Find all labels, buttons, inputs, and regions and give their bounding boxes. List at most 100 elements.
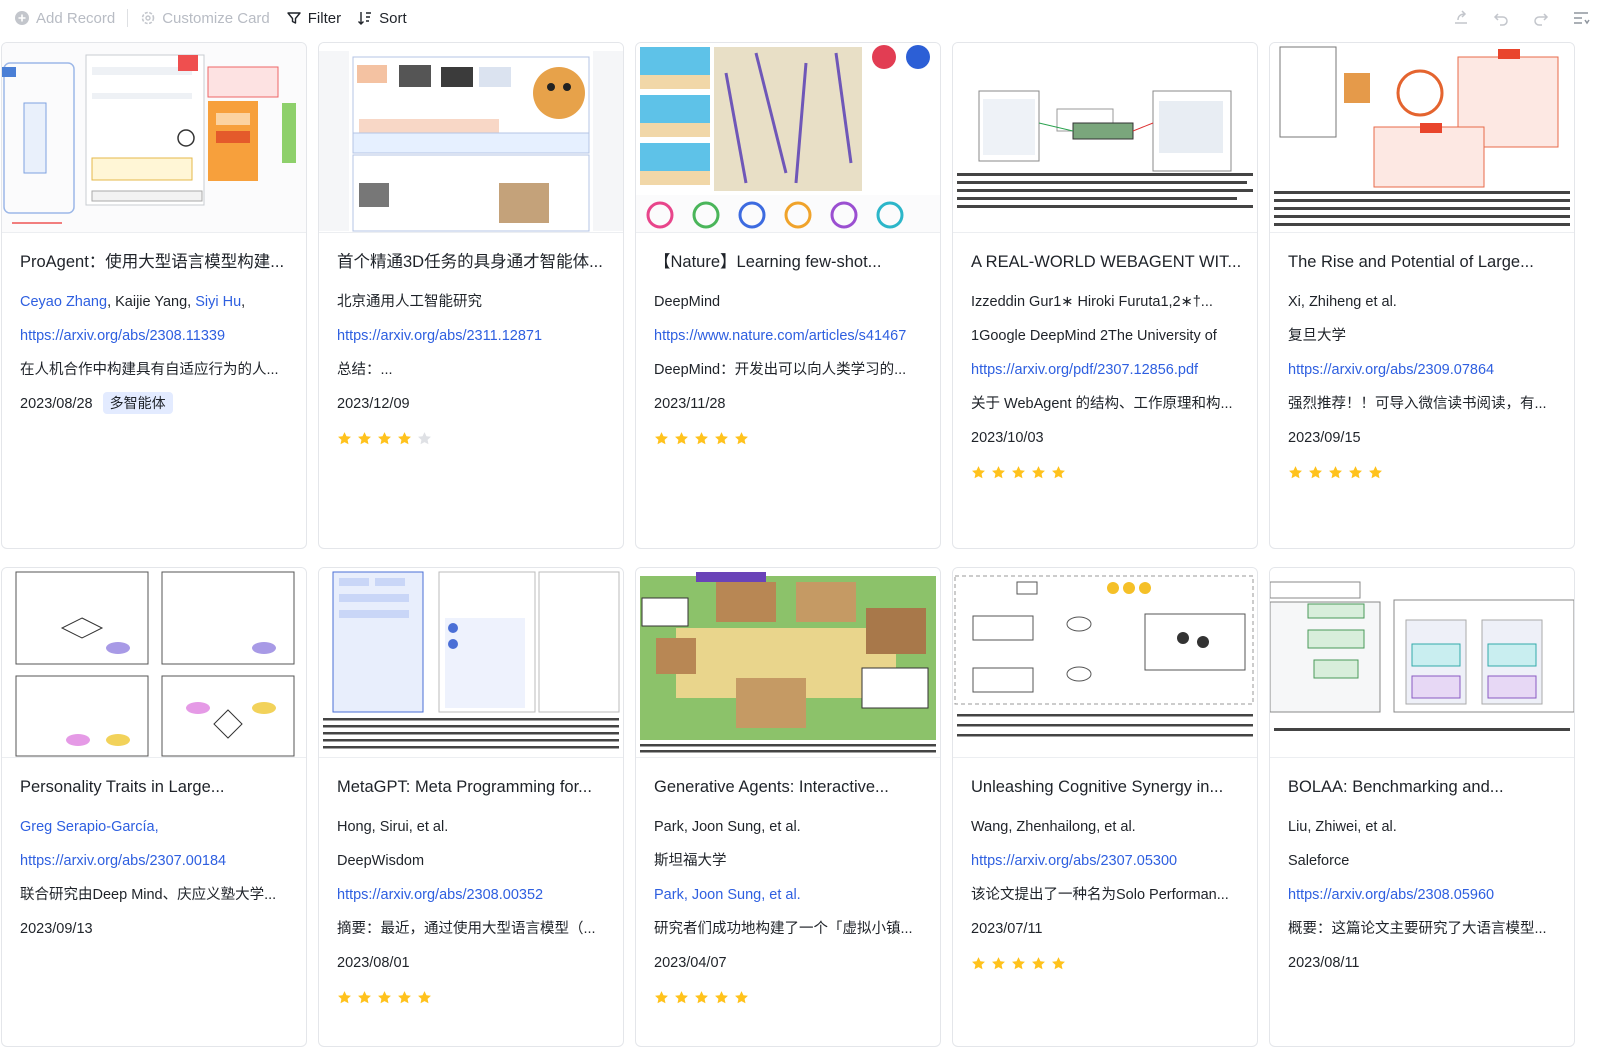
star-icon[interactable]	[377, 990, 392, 1005]
star-icon[interactable]	[654, 990, 669, 1005]
record-card[interactable]: ProAgent：使用大型语言模型构建... Ceyao Zhang, Kaij…	[1, 42, 307, 549]
card-cover-image	[953, 43, 1257, 233]
card-cover-image	[1270, 568, 1574, 758]
record-card[interactable]: 【Nature】Learning few-shot... DeepMind ht…	[635, 42, 941, 549]
star-icon[interactable]	[714, 990, 729, 1005]
card-rating[interactable]	[337, 980, 607, 1014]
card-tag: 多智能体	[102, 392, 173, 414]
card-date: 2023/08/28	[20, 396, 93, 412]
star-icon[interactable]	[377, 431, 392, 446]
card-title: A REAL-WORLD WEBAGENT WIT...	[971, 253, 1241, 271]
card-summary: 在人机合作中构建具有自适应行为的人...	[20, 362, 279, 378]
record-card[interactable]: The Rise and Potential of Large... Xi, Z…	[1269, 42, 1575, 549]
layout-menu-icon[interactable]	[1572, 9, 1590, 27]
card-rating[interactable]	[971, 946, 1241, 980]
card-url[interactable]: https://arxiv.org/abs/2311.12871	[337, 319, 607, 353]
card-summary: DeepMind：开发出可以向人类学习的...	[654, 362, 907, 378]
star-icon[interactable]	[1051, 956, 1066, 971]
star-icon[interactable]	[357, 431, 372, 446]
star-icon[interactable]	[337, 990, 352, 1005]
card-cover-image	[2, 568, 306, 758]
star-icon[interactable]	[1288, 465, 1303, 480]
author-link[interactable]: Siyi Hu	[195, 294, 241, 310]
card-cover-image	[2, 43, 306, 233]
star-icon[interactable]	[1308, 465, 1323, 480]
share-icon[interactable]	[1452, 9, 1470, 27]
record-card[interactable]: Generative Agents: Interactive... Park, …	[635, 567, 941, 1047]
card-url[interactable]: https://arxiv.org/pdf/2307.12856.pdf	[971, 353, 1241, 387]
card-rating[interactable]	[337, 421, 607, 455]
card-url[interactable]: https://arxiv.org/abs/2308.05960	[1288, 878, 1558, 912]
customize-card-button[interactable]: Customize Card	[132, 4, 278, 32]
card-summary: 概要：这篇论文主要研究了大语言模型...	[1288, 921, 1547, 937]
card-org: DeepWisdom	[337, 853, 425, 869]
star-icon[interactable]	[694, 990, 709, 1005]
star-icon[interactable]	[991, 465, 1006, 480]
star-icon[interactable]	[991, 956, 1006, 971]
card-title: BOLAA: Benchmarking and...	[1288, 778, 1504, 796]
card-title: Personality Traits in Large...	[20, 778, 225, 796]
card-org: 斯坦福大学	[654, 853, 727, 869]
star-icon[interactable]	[417, 431, 432, 446]
star-icon[interactable]	[1031, 465, 1046, 480]
star-icon[interactable]	[1328, 465, 1343, 480]
card-cover-image	[319, 43, 623, 233]
star-icon[interactable]	[1051, 465, 1066, 480]
star-icon[interactable]	[1368, 465, 1383, 480]
star-icon[interactable]	[417, 990, 432, 1005]
star-icon[interactable]	[694, 431, 709, 446]
card-date: 2023/09/15	[1288, 430, 1361, 446]
star-icon[interactable]	[1031, 956, 1046, 971]
star-icon[interactable]	[734, 431, 749, 446]
card-authors[interactable]: Greg Serapio-García,	[20, 810, 290, 844]
author-text: , Kaijie Yang,	[107, 294, 196, 310]
card-cover-image	[636, 568, 940, 758]
card-cover-image	[319, 568, 623, 758]
star-icon[interactable]	[654, 431, 669, 446]
card-rating[interactable]	[1288, 455, 1558, 489]
card-org: 北京通用人工智能研究	[337, 294, 482, 310]
redo-icon[interactable]	[1532, 9, 1550, 27]
record-card[interactable]: 首个精通3D任务的具身通才智能体... 北京通用人工智能研究 https://a…	[318, 42, 624, 549]
card-url[interactable]: https://arxiv.org/abs/2308.00352	[337, 878, 607, 912]
author-link[interactable]: Ceyao Zhang	[20, 294, 107, 310]
card-rating[interactable]	[971, 455, 1241, 489]
card-url[interactable]: Park, Joon Sung, et al.	[654, 878, 924, 912]
filter-label: Filter	[307, 9, 342, 27]
sort-button[interactable]: Sort	[349, 4, 415, 32]
star-icon[interactable]	[1348, 465, 1363, 480]
card-url[interactable]: https://www.nature.com/articles/s41467	[654, 319, 924, 353]
star-icon[interactable]	[674, 990, 689, 1005]
filter-button[interactable]: Filter	[278, 4, 349, 32]
card-url[interactable]: https://arxiv.org/abs/2307.00184	[20, 844, 290, 878]
card-url[interactable]: https://arxiv.org/abs/2307.05300	[971, 844, 1241, 878]
record-card[interactable]: BOLAA: Benchmarking and... Liu, Zhiwei, …	[1269, 567, 1575, 1047]
star-icon[interactable]	[734, 990, 749, 1005]
card-authors: Hong, Sirui, et al.	[337, 819, 449, 835]
filter-icon	[287, 12, 301, 24]
star-icon[interactable]	[674, 431, 689, 446]
record-card[interactable]: Unleashing Cognitive Synergy in... Wang,…	[952, 567, 1258, 1047]
card-rating[interactable]	[654, 421, 924, 455]
star-icon[interactable]	[337, 431, 352, 446]
toolbar-right-actions	[1452, 0, 1600, 36]
record-card[interactable]: A REAL-WORLD WEBAGENT WIT... Izzeddin Gu…	[952, 42, 1258, 549]
card-url[interactable]: https://arxiv.org/abs/2308.11339	[20, 319, 290, 353]
add-record-button[interactable]: Add Record	[6, 4, 123, 32]
star-icon[interactable]	[357, 990, 372, 1005]
star-icon[interactable]	[397, 431, 412, 446]
star-icon[interactable]	[971, 465, 986, 480]
star-icon[interactable]	[1011, 465, 1026, 480]
card-cover-image	[1270, 43, 1574, 233]
card-authors: Xi, Zhiheng et al.	[1288, 294, 1397, 310]
star-icon[interactable]	[397, 990, 412, 1005]
record-card[interactable]: MetaGPT: Meta Programming for... Hong, S…	[318, 567, 624, 1047]
star-icon[interactable]	[714, 431, 729, 446]
star-icon[interactable]	[1011, 956, 1026, 971]
card-rating[interactable]	[654, 980, 924, 1014]
record-card[interactable]: Personality Traits in Large... Greg Sera…	[1, 567, 307, 1047]
card-url[interactable]: https://arxiv.org/abs/2309.07864	[1288, 353, 1558, 387]
undo-icon[interactable]	[1492, 9, 1510, 27]
card-date: 2023/04/07	[654, 955, 727, 971]
star-icon[interactable]	[971, 956, 986, 971]
